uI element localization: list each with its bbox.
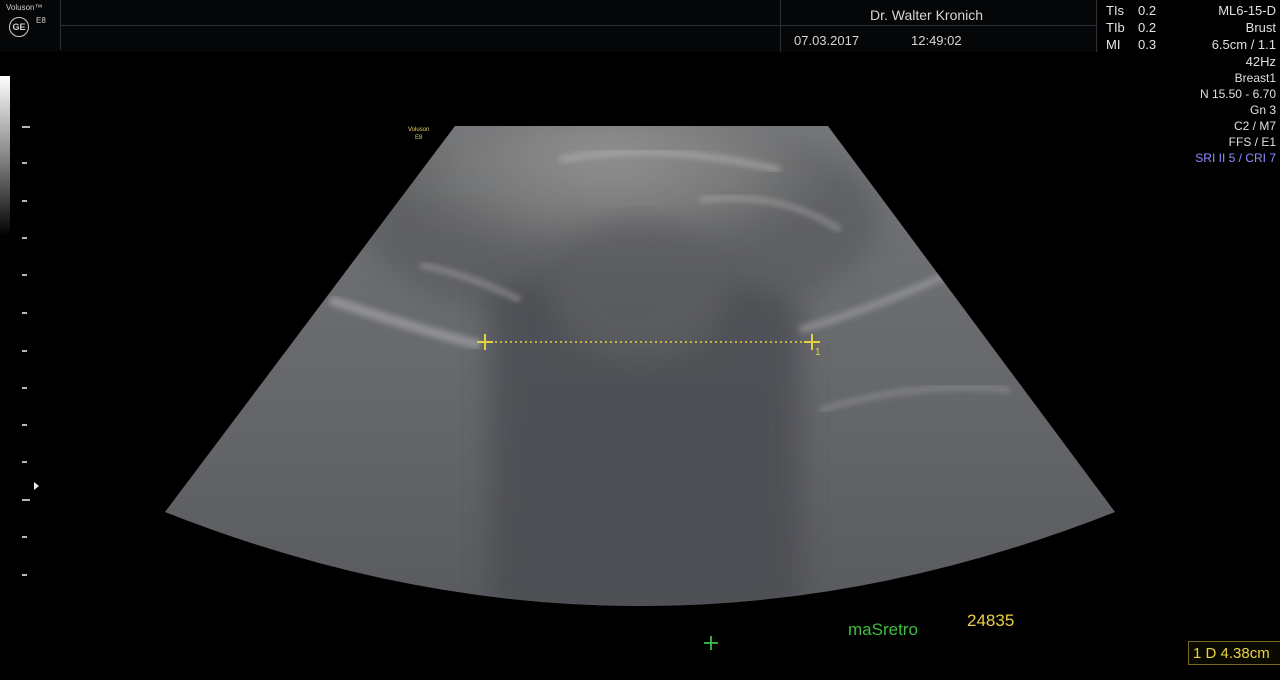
mini-logo-text: Voluson	[408, 127, 430, 133]
mini-logo-model: E8	[415, 135, 423, 141]
caliper-index-label: 1	[815, 347, 821, 358]
measurement-result: 1 D 4.38cm	[1188, 641, 1280, 665]
annotation-label: maSretro	[848, 620, 918, 639]
cursor-cross-icon	[704, 636, 718, 650]
ultrasound-sector-image[interactable]	[0, 0, 1280, 680]
image-mini-logo: Voluson E8	[408, 126, 429, 142]
annotation-number: 24835	[967, 611, 1015, 630]
